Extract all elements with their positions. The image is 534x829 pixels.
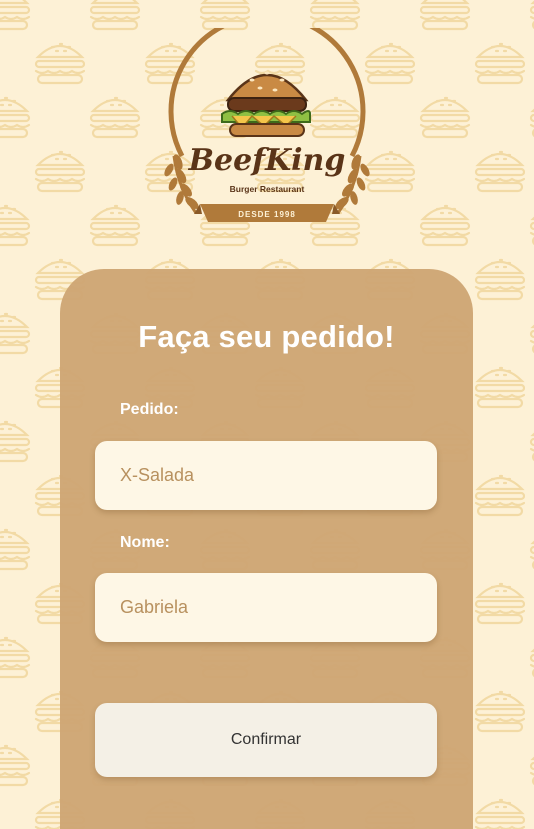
brand-name: BeefKing bbox=[188, 143, 346, 178]
brand-since: DESDE 1998 bbox=[238, 210, 296, 219]
confirm-button[interactable]: Confirmar bbox=[95, 703, 437, 777]
pedido-label: Pedido: bbox=[120, 401, 179, 418]
order-form-card: Faça seu pedido! Pedido: Nome: Confirmar bbox=[60, 269, 473, 829]
logo-graphic: BeefKing Burger Restaurant DESDE 1998 bbox=[164, 12, 370, 222]
nome-label: Nome: bbox=[120, 534, 170, 551]
pedido-input[interactable] bbox=[95, 441, 437, 510]
burger-icon bbox=[221, 71, 311, 137]
brand-tagline: Burger Restaurant bbox=[230, 184, 305, 194]
beefking-logo: BeefKing Burger Restaurant DESDE 1998 bbox=[160, 12, 374, 228]
form-title: Faça seu pedido! bbox=[138, 319, 395, 354]
nome-input[interactable] bbox=[95, 573, 437, 642]
